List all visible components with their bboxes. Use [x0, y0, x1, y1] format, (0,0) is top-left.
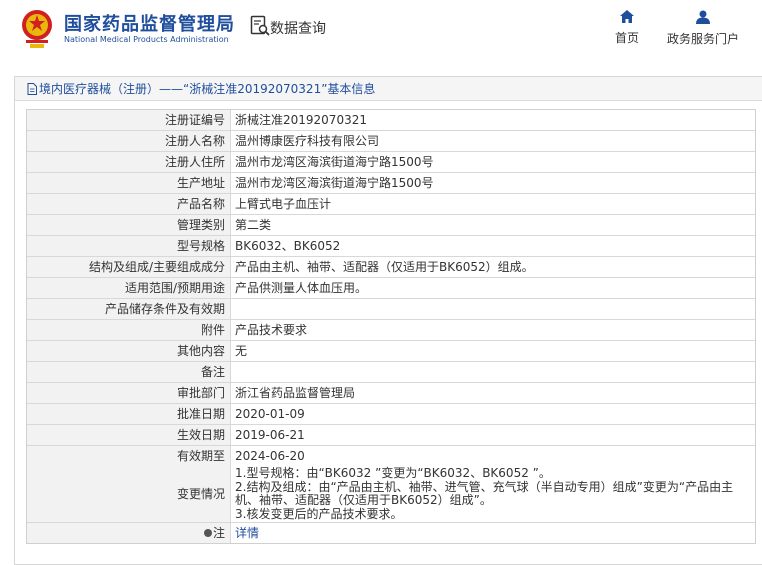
table-row: 产品储存条件及有效期	[27, 299, 755, 320]
table-row-note: 注 详情	[27, 523, 755, 543]
note-label-cell: 注	[27, 523, 231, 543]
field-label: 有效期至	[27, 446, 231, 466]
table-row: 备注	[27, 362, 755, 383]
field-value	[231, 362, 755, 382]
field-label: 审批部门	[27, 383, 231, 403]
field-value: 2019-06-21	[235, 428, 305, 442]
nav-service-portal[interactable]: 政务服务门户	[664, 10, 742, 47]
field-value: BK6032、BK6052	[235, 239, 341, 253]
field-label: 生效日期	[27, 425, 231, 445]
table-row: 注册人住所 温州市龙湾区海滨街道海宁路1500号	[27, 152, 755, 173]
change-line: 3.核发变更后的产品技术要求。	[235, 506, 403, 521]
field-label: 注	[212, 526, 225, 540]
change-history: 1.型号规格：由“BK6032 ”变更为“BK6032、BK6052 ”。 2.…	[231, 466, 755, 522]
table-row: 注册证编号 浙械注准20192070321	[27, 110, 755, 131]
field-value: 温州博康医疗科技有限公司	[235, 134, 380, 148]
field-label: 产品储存条件及有效期	[27, 299, 231, 319]
national-emblem-icon	[22, 10, 52, 48]
table-row: 生效日期 2019-06-21	[27, 425, 755, 446]
field-label: 注册证编号	[27, 110, 231, 130]
site-title-cn[interactable]: 国家药品监督管理局	[64, 10, 235, 36]
home-icon	[620, 10, 634, 23]
field-label: 注册人名称	[27, 131, 231, 151]
table-row: 有效期至 2024-06-20	[27, 446, 755, 466]
field-value: 浙械注准20192070321	[235, 113, 367, 127]
table-row: 附件 产品技术要求	[27, 320, 755, 341]
field-label: 结构及组成/主要组成成分	[27, 257, 231, 277]
panel-title: 境内医疗器械（注册）——“浙械注准20192070321”基本信息	[39, 82, 376, 96]
field-value: 温州市龙湾区海滨街道海宁路1500号	[235, 176, 434, 190]
field-value: 2020-01-09	[235, 407, 305, 421]
field-label: 管理类别	[27, 215, 231, 235]
field-label: 适用范围/预期用途	[27, 278, 231, 298]
field-value: 上臂式电子血压计	[235, 197, 332, 211]
field-value: 2024-06-20	[235, 449, 305, 463]
table-row: 批准日期 2020-01-09	[27, 404, 755, 425]
info-dot-icon	[203, 529, 212, 537]
field-value: 第二类	[235, 218, 272, 232]
field-label: 注册人住所	[27, 152, 231, 172]
field-label: 产品名称	[27, 194, 231, 214]
table-row: 管理类别 第二类	[27, 215, 755, 236]
data-query-icon	[250, 15, 270, 36]
field-value: 产品技术要求	[235, 323, 308, 337]
table-row: 型号规格 BK6032、BK6052	[27, 236, 755, 257]
field-label: 变更情况	[27, 466, 231, 522]
document-icon	[27, 82, 37, 95]
site-title-en: National Medical Products Administration	[64, 35, 229, 44]
change-line: 2.结构及组成：由“产品由主机、袖带、进气管、充气球（半自动专用）组成”变更为“…	[235, 479, 734, 507]
field-value: 温州市龙湾区海滨街道海宁路1500号	[235, 155, 434, 169]
table-row: 结构及组成/主要组成成分 产品由主机、袖带、适配器（仅适用于BK6052）组成。	[27, 257, 755, 278]
info-table: 注册证编号 浙械注准20192070321 注册人名称 温州博康医疗科技有限公司 注册人…	[26, 109, 756, 544]
field-value: 浙江省药品监督管理局	[235, 386, 356, 400]
table-row: 产品名称 上臂式电子血压计	[27, 194, 755, 215]
field-value: 无	[235, 344, 248, 358]
field-label: 型号规格	[27, 236, 231, 256]
change-line: 1.型号规格：由“BK6032 ”变更为“BK6032、BK6052 ”。	[235, 466, 551, 480]
table-row: 其他内容无	[27, 341, 755, 362]
details-link[interactable]: 详情	[235, 526, 259, 540]
field-label: 生产地址	[27, 173, 231, 193]
table-row: 适用范围/预期用途 产品供测量人体血压用。	[27, 278, 755, 299]
field-label: 附件	[27, 320, 231, 340]
field-value: 产品供测量人体血压用。	[235, 281, 368, 295]
detail-panel: 境内医疗器械（注册）——“浙械注准20192070321”基本信息 注册证编号浙…	[14, 76, 762, 565]
field-label: 备注	[27, 362, 231, 382]
field-label: 其他内容	[27, 341, 231, 361]
field-value	[231, 299, 755, 319]
table-row: 生产地址 温州市龙湾区海滨街道海宁路1500号	[27, 173, 755, 194]
data-query-label[interactable]: 数据查询	[270, 18, 326, 38]
field-value: 产品由主机、袖带、适配器（仅适用于BK6052）组成。	[235, 260, 534, 274]
site-header: 国家药品监督管理局 National Medical Products Admi…	[0, 0, 762, 62]
panel-header: 境内医疗器械（注册）——“浙械注准20192070321”基本信息	[15, 77, 762, 101]
nav-home[interactable]: 首页	[610, 10, 644, 46]
nav-service-label: 政务服务门户	[666, 32, 739, 46]
user-icon	[696, 10, 710, 24]
nav-home-label: 首页	[614, 31, 639, 45]
table-row: 审批部门 浙江省药品监督管理局	[27, 383, 755, 404]
field-label: 批准日期	[27, 404, 231, 424]
table-row-change: 变更情况 1.型号规格：由“BK6032 ”变更为“BK6032、BK6052 …	[27, 466, 755, 523]
table-row: 注册人名称 温州博康医疗科技有限公司	[27, 131, 755, 152]
